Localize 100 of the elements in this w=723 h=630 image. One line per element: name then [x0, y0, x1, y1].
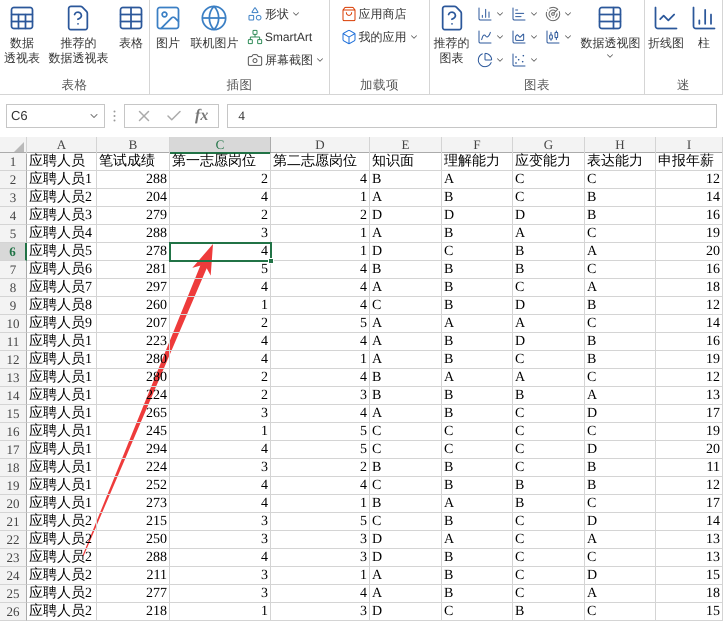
table-cell: A: [370, 567, 442, 585]
row-header[interactable]: 11: [0, 333, 27, 351]
table-cell: 应聘人员9: [27, 315, 97, 333]
column-header[interactable]: A: [27, 137, 97, 154]
table-cell: 16: [656, 207, 723, 225]
row-header[interactable]: 14: [0, 387, 27, 405]
ribbon-button[interactable]: 柱: [689, 4, 719, 51]
column-header[interactable]: D: [271, 137, 370, 154]
row-header[interactable]: 3: [0, 189, 27, 207]
table-cell: B: [585, 333, 656, 351]
ribbon-button[interactable]: 折线图: [647, 4, 685, 51]
table-cell: C: [370, 297, 442, 315]
table-cell: A: [513, 315, 585, 333]
table-cell: 4: [271, 279, 370, 297]
chart-type-button[interactable]: [544, 4, 574, 24]
formula-input[interactable]: 4: [227, 104, 717, 128]
table-cell: D: [370, 243, 442, 261]
row-header[interactable]: 25: [0, 585, 27, 603]
row-header[interactable]: 10: [0, 315, 27, 333]
table-cell: 4: [271, 405, 370, 423]
row-header[interactable]: 6: [0, 243, 27, 261]
table-cell: D: [370, 531, 442, 549]
table-cell: 4: [271, 171, 370, 189]
table-cell: C: [513, 549, 585, 567]
row-header[interactable]: 13: [0, 369, 27, 387]
table-cell: 1: [271, 189, 370, 207]
ribbon-button[interactable]: 屏幕截图: [246, 50, 326, 70]
ribbon-button[interactable]: SmartArt: [246, 27, 326, 47]
insert-function-button[interactable]: fx: [195, 104, 208, 128]
row-header[interactable]: 24: [0, 567, 27, 585]
ribbon-button[interactable]: 应用商店: [340, 4, 420, 24]
row-header[interactable]: 4: [0, 207, 27, 225]
row-header[interactable]: 5: [0, 225, 27, 243]
active-cell[interactable]: 4: [170, 243, 271, 261]
shapes-icon: [246, 6, 263, 22]
ribbon-button[interactable]: 推荐的 数据透视表: [47, 4, 110, 66]
column-header[interactable]: E: [370, 137, 442, 154]
column-header[interactable]: I: [656, 137, 723, 154]
ribbon-button[interactable]: 推荐的 图表: [432, 4, 471, 66]
button-label-line: 数据透视图: [580, 36, 640, 51]
ribbon-button[interactable]: 联机图片: [189, 4, 240, 51]
row-header[interactable]: 19: [0, 477, 27, 495]
table-cell: B: [442, 459, 513, 477]
row-header[interactable]: 26: [0, 603, 27, 621]
row-header[interactable]: 8: [0, 279, 27, 297]
column-header[interactable]: F: [442, 137, 513, 154]
table-cell: 4: [271, 477, 370, 495]
ribbon-button[interactable]: 图片: [153, 4, 184, 51]
table-cell: C: [370, 513, 442, 531]
row-header[interactable]: 16: [0, 423, 27, 441]
table-cell: 204: [97, 189, 170, 207]
row-header[interactable]: 21: [0, 513, 27, 531]
row-header[interactable]: 20: [0, 495, 27, 513]
table-cell: C: [513, 513, 585, 531]
table-cell: 3: [271, 549, 370, 567]
table-cell: 5: [271, 513, 370, 531]
radar-chart-icon: [544, 6, 561, 22]
row-header[interactable]: 17: [0, 441, 27, 459]
table-cell: 3: [170, 459, 271, 477]
table-cell: 1: [271, 567, 370, 585]
row-header[interactable]: 22: [0, 531, 27, 549]
fill-handle[interactable]: [268, 258, 274, 264]
table-cell: A: [370, 279, 442, 297]
name-box[interactable]: C6: [6, 104, 105, 128]
ribbon-button[interactable]: 我的应用: [340, 27, 420, 47]
row-header[interactable]: 15: [0, 405, 27, 423]
row-header[interactable]: 9: [0, 297, 27, 315]
ribbon-button[interactable]: 数据透视图: [579, 4, 642, 61]
column-header[interactable]: H: [585, 137, 656, 154]
table-cell: C: [370, 423, 442, 441]
row-header[interactable]: 23: [0, 549, 27, 567]
table-cell: B: [442, 585, 513, 603]
table-cell: C: [513, 171, 585, 189]
table-cell: 3: [271, 531, 370, 549]
table-cell: 应聘人员1: [27, 441, 97, 459]
column-header[interactable]: G: [513, 137, 585, 154]
ribbon-button[interactable]: 形状: [246, 4, 326, 24]
row-header[interactable]: 1: [0, 153, 27, 171]
table-cell: B: [370, 495, 442, 513]
table-cell: C: [513, 441, 585, 459]
row-header[interactable]: 18: [0, 459, 27, 477]
row-header[interactable]: 2: [0, 171, 27, 189]
table-cell: 19: [656, 351, 723, 369]
column-header[interactable]: C: [170, 137, 271, 154]
table-cell: B: [442, 261, 513, 279]
chart-type-button[interactable]: [476, 50, 506, 70]
table-cell: 288: [97, 549, 170, 567]
row-header[interactable]: 12: [0, 351, 27, 369]
table-cell: 4: [170, 189, 271, 207]
table-cell: C: [585, 603, 656, 621]
table-cell: 应聘人员1: [27, 333, 97, 351]
table-cell: B: [585, 207, 656, 225]
ribbon-button[interactable]: 表格: [116, 4, 146, 51]
table-cell: B: [370, 459, 442, 477]
row-header[interactable]: 7: [0, 261, 27, 279]
area-chart-icon: [510, 29, 527, 45]
table-cell: 15: [656, 603, 723, 621]
ribbon-button[interactable]: 数据 透视表: [3, 4, 42, 66]
table-cell: 3: [170, 513, 271, 531]
table-cell: 297: [97, 279, 170, 297]
